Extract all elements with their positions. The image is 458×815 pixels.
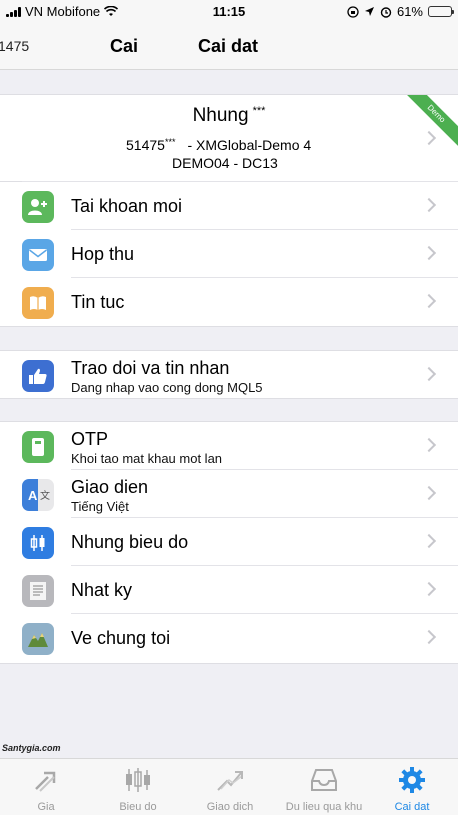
language-icon: A文 xyxy=(22,479,54,511)
chevron-right-icon xyxy=(421,293,437,309)
chevron-right-icon xyxy=(421,437,437,453)
mail-icon xyxy=(22,239,54,271)
chevron-right-icon xyxy=(421,581,437,597)
settings-group: OTP Khoi tao mat khau mot lan A文 Giao di… xyxy=(0,421,458,664)
tab-label: Du lieu qua khu xyxy=(285,801,363,813)
settings-icon xyxy=(366,767,458,793)
tab-trade[interactable]: Giao dich xyxy=(184,759,276,815)
account-actions-group: Tai khoan moi Hop thu Tin tuc xyxy=(0,181,458,327)
tab-label: Gia xyxy=(37,801,55,813)
navigation-bar: 1475 Cai Cai dat xyxy=(0,24,458,70)
menu-item-otp[interactable]: OTP Khoi tao mat khau mot lan xyxy=(0,422,458,470)
menu-item-label: Tin tuc xyxy=(71,292,125,312)
chart-icon xyxy=(92,767,184,793)
tab-bar: Gia Bieu do Giao dich Du lieu qua khu Ca… xyxy=(0,758,458,815)
candlestick-icon xyxy=(22,527,54,559)
menu-item-subtitle: Tiếng Việt xyxy=(71,499,129,514)
community-group: Trao doi va tin nhan Dang nhap vao cong … xyxy=(0,350,458,399)
menu-item-news[interactable]: Tin tuc xyxy=(0,278,458,326)
menu-item-label: Tai khoan moi xyxy=(71,196,183,216)
thumbs-up-icon xyxy=(22,360,54,392)
battery-percent: 61% xyxy=(396,4,423,19)
menu-item-subtitle: Dang nhap vao cong dong MQL5 xyxy=(71,380,263,395)
otp-icon xyxy=(22,431,54,463)
chevron-right-icon xyxy=(421,197,437,213)
add-user-icon xyxy=(22,191,54,223)
menu-item-language[interactable]: A文 Giao dien Tiếng Việt xyxy=(0,470,458,518)
menu-item-journal[interactable]: Nhat ky xyxy=(0,566,458,614)
menu-item-label: Giao dien xyxy=(71,477,149,497)
chevron-right-icon xyxy=(421,629,437,645)
account-name-mask: *** xyxy=(252,105,266,117)
menu-item-new-account[interactable]: Tai khoan moi xyxy=(0,182,458,230)
account-number: 51475 xyxy=(126,137,165,153)
menu-item-about[interactable]: Ve chung toi xyxy=(0,614,458,662)
menu-item-subtitle: Khoi tao mat khau mot lan xyxy=(71,451,223,466)
tab-history[interactable]: Du lieu qua khu xyxy=(276,759,372,815)
menu-item-label: Trao doi va tin nhan xyxy=(71,358,230,378)
status-bar: VN Mobifone 11:15 61% xyxy=(0,0,458,24)
account-number-mask: *** xyxy=(164,137,176,147)
account-name-line: Nhung *** xyxy=(0,105,458,127)
account-number-line: 51475*** - XMGlobal-Demo 4 xyxy=(126,137,311,153)
menu-item-community[interactable]: Trao doi va tin nhan Dang nhap vao cong … xyxy=(0,351,458,399)
account-name: Nhung xyxy=(192,105,249,126)
account-server: - XMGlobal-Demo 4 xyxy=(187,137,312,153)
tab-label: Cai dat xyxy=(394,801,430,813)
chevron-right-icon xyxy=(421,485,437,501)
tab-chart[interactable]: Bieu do xyxy=(92,759,184,815)
menu-item-label: OTP xyxy=(71,429,109,449)
tab-quotes[interactable]: Gia xyxy=(0,759,92,815)
menu-item-mailbox[interactable]: Hop thu xyxy=(0,230,458,278)
menu-item-label: Hop thu xyxy=(71,244,135,264)
book-icon xyxy=(22,287,54,319)
alarm-icon xyxy=(380,6,392,18)
history-icon xyxy=(276,767,372,793)
menu-item-label: Ve chung toi xyxy=(71,628,171,648)
lock-rotation-icon xyxy=(347,5,359,18)
quotes-icon xyxy=(0,767,92,793)
tab-label: Giao dich xyxy=(206,801,254,813)
about-icon xyxy=(22,623,54,655)
menu-item-label: Nhat ky xyxy=(71,580,133,600)
location-icon xyxy=(364,7,374,16)
chevron-right-icon xyxy=(421,533,437,549)
journal-icon xyxy=(22,575,54,607)
svg-text:A: A xyxy=(28,488,38,503)
watermark-text: Santygia.com xyxy=(2,743,61,753)
previous-screen-title: 1475 xyxy=(0,38,30,54)
menu-item-label: Nhung bieu do xyxy=(71,532,189,552)
trade-icon xyxy=(184,767,276,793)
tab-label: Bieu do xyxy=(119,801,157,813)
watermark: Santygia.com xyxy=(2,743,61,753)
status-right: 61% xyxy=(347,4,454,19)
chevron-right-icon xyxy=(421,130,437,146)
svg-text:文: 文 xyxy=(40,489,50,502)
chevron-right-icon xyxy=(421,366,437,382)
account-details: DEMO04 - DC13 xyxy=(172,155,278,171)
page-title: Cai dat xyxy=(198,36,259,56)
battery-icon xyxy=(428,6,454,17)
back-button[interactable]: Cai xyxy=(110,36,138,57)
chevron-right-icon xyxy=(421,245,437,261)
account-card[interactable]: Nhung *** 51475*** - XMGlobal-Demo 4 DEMO0… xyxy=(0,94,458,182)
menu-item-embed-charts[interactable]: Nhung bieu do xyxy=(0,518,458,566)
tab-settings[interactable]: Cai dat xyxy=(366,759,458,815)
